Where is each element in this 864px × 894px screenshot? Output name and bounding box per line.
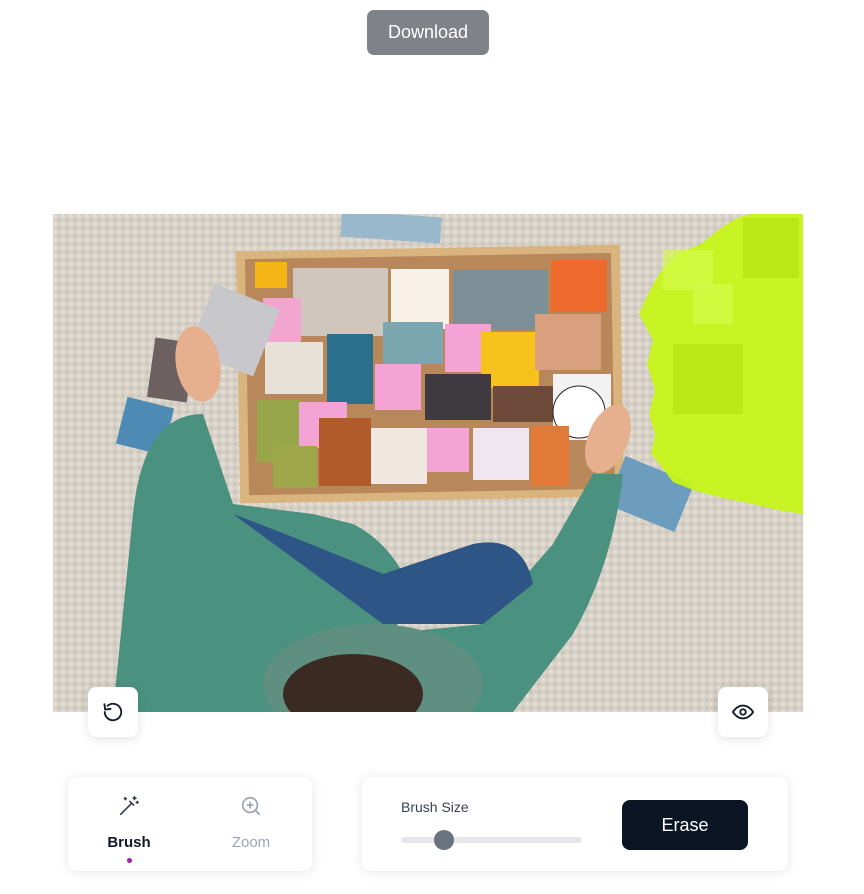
erase-button[interactable]: Erase xyxy=(622,800,748,850)
photo-with-mask xyxy=(53,214,803,712)
brush-tool-button[interactable]: Brush xyxy=(68,777,190,871)
zoom-tool-label: Zoom xyxy=(231,834,271,851)
active-tool-indicator xyxy=(126,858,132,863)
eye-icon xyxy=(732,704,754,720)
brush-size-slider-thumb[interactable] xyxy=(434,830,455,850)
editor-canvas[interactable] xyxy=(53,214,803,712)
rotate-ccw-icon xyxy=(103,702,123,722)
zoom-in-icon xyxy=(241,796,261,816)
brush-settings-panel: Brush Size Erase xyxy=(362,777,788,871)
vision-board xyxy=(235,244,625,504)
image-editor: Download Brush Zoom Brush Size Erase xyxy=(0,0,864,894)
reset-button[interactable] xyxy=(88,687,138,737)
brush-size-label: Brush Size xyxy=(401,799,469,815)
tool-selector: Brush Zoom xyxy=(68,777,312,871)
brush-size-slider[interactable] xyxy=(401,830,582,850)
download-button[interactable]: Download xyxy=(367,10,489,55)
preview-toggle-button[interactable] xyxy=(718,687,768,737)
brush-tool-label: Brush xyxy=(107,834,151,851)
zoom-tool-button[interactable]: Zoom xyxy=(190,777,312,871)
magic-wand-icon xyxy=(119,796,139,816)
